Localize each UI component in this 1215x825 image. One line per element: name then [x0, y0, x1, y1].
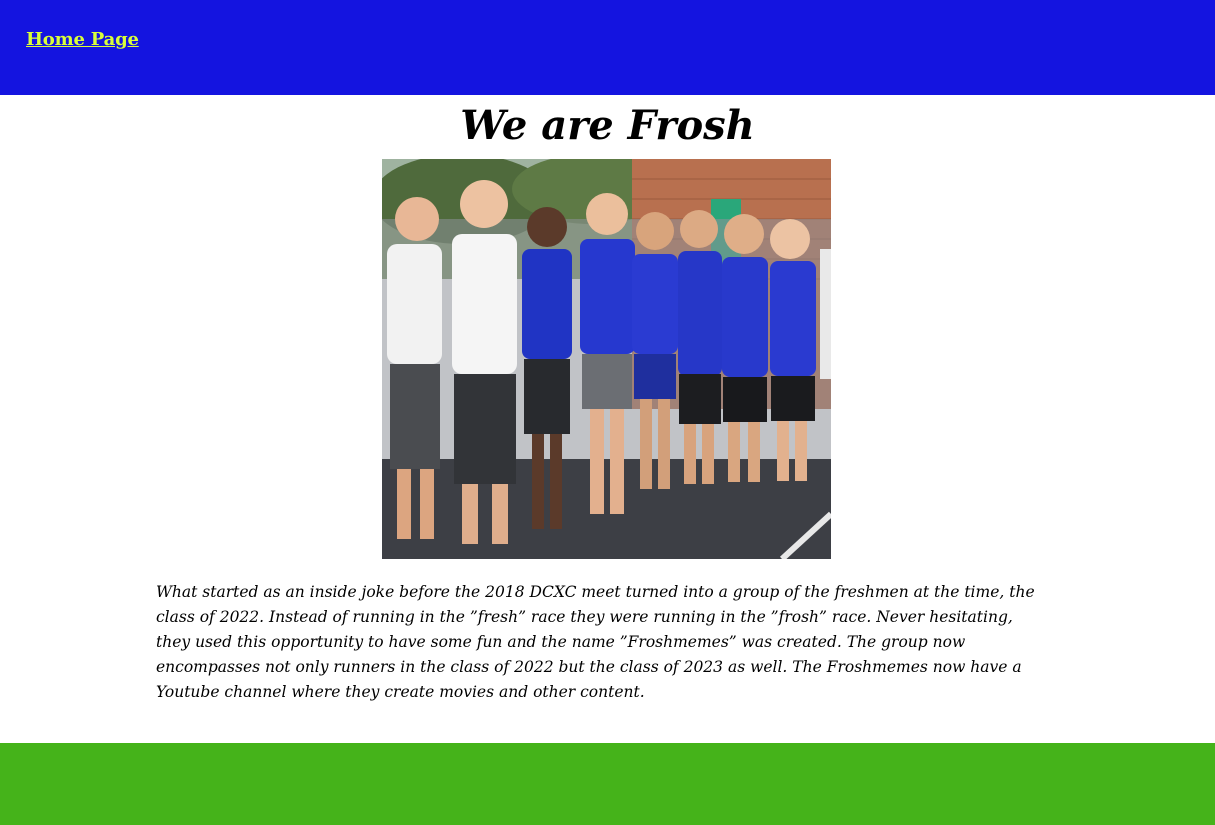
page-title: We are Frosh — [460, 102, 755, 149]
group-photo — [382, 159, 831, 559]
footer-bar — [0, 743, 1215, 825]
description-paragraph: What started as an inside joke before th… — [156, 583, 1035, 701]
header-bar: Home Page — [0, 0, 1215, 95]
home-page-link[interactable]: Home Page — [26, 29, 139, 50]
